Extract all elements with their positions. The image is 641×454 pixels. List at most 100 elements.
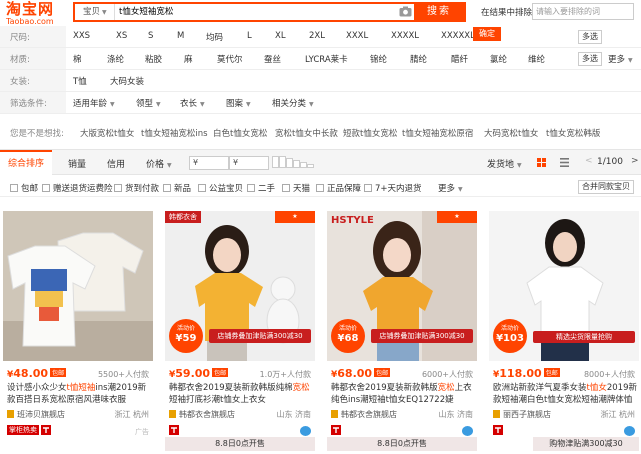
product-title[interactable]: 欧洲站新款洋气夏季女装t恤女2019新款短袖潮白色t恤女宽松短袖潮牌体恤 — [493, 382, 637, 406]
sales-count: 1.0万+人付款 — [259, 370, 311, 379]
tab-credit[interactable]: 信用 — [107, 157, 125, 170]
checkbox-box — [10, 184, 18, 192]
filter-dropdown[interactable]: 领型 ▼ — [136, 97, 161, 109]
filter-option[interactable]: 醋纤 — [451, 53, 468, 65]
related-link[interactable]: t恤女短袖宽松原宿 — [402, 127, 473, 139]
badge-price: ¥103 — [496, 333, 524, 344]
camera-icon[interactable] — [399, 6, 412, 17]
filter-option[interactable]: 氯纶 — [490, 53, 507, 65]
checkbox-7day-return[interactable]: 7+天内退货 — [364, 182, 422, 194]
confirm-button[interactable]: 确定 — [473, 27, 501, 41]
shop-link[interactable]: 丽西子旗舰店 — [493, 409, 551, 420]
checkbox-secondhand[interactable]: 二手 — [247, 182, 275, 194]
badge-caption: 活动价 — [500, 325, 519, 332]
shop-icon — [493, 410, 500, 418]
filter-dropdown[interactable]: 图案 ▼ — [226, 97, 251, 109]
product-image[interactable] — [3, 211, 153, 361]
checkbox-tmall[interactable]: 天猫 — [282, 182, 310, 194]
price-distribution-bars[interactable] — [272, 156, 314, 171]
filter-option[interactable]: XXXL — [346, 31, 368, 41]
checkbox-return-insurance[interactable]: 赠送退货运费险 — [42, 182, 113, 194]
chevron-down-icon: ▼ — [156, 101, 161, 108]
filter-option[interactable]: L — [247, 31, 252, 41]
tab-sales[interactable]: 销量 — [68, 157, 86, 170]
filter-option[interactable]: 涤纶 — [107, 53, 124, 65]
grid-view-icon[interactable] — [537, 158, 546, 167]
product-title[interactable]: 设计感小众少女t恤短袖ins潮2019新款百搭日系宽松原宿风港味衣服 — [7, 382, 151, 406]
checkbox-filter-row: 包邮 赠送退货运费险 货到付款 新品 公益宝贝 二手 天猫 正品保障 7+天内退… — [0, 177, 641, 197]
filter-option[interactable]: 蚕丝 — [264, 53, 281, 65]
filter-option[interactable]: XXXXXL — [441, 31, 475, 41]
related-link[interactable]: 白色t恤女宽松 — [213, 127, 267, 139]
ship-from-dropdown[interactable]: 发货地 ▼ — [487, 157, 522, 170]
shop-link[interactable]: 韩都衣舍旗舰店 — [331, 409, 397, 420]
product-card[interactable]: HSTYLE ★ 活动价 ¥68 店铺券叠加津贴满300减30 8.8日0点开售 … — [327, 211, 477, 451]
list-view-icon[interactable] — [560, 158, 569, 167]
filter-option[interactable]: 2XL — [309, 31, 325, 41]
free-shipping-badge: 包邮 — [374, 368, 391, 377]
filter-option[interactable]: 莫代尔 — [217, 53, 243, 65]
filter-option[interactable]: S — [148, 31, 153, 41]
filter-option[interactable]: LYCRA莱卡 — [305, 53, 348, 65]
filter-option[interactable]: 均码 — [206, 31, 223, 43]
filter-dropdown[interactable]: 相关分类 ▼ — [272, 97, 314, 109]
price-to-input[interactable]: ¥ — [229, 156, 269, 170]
tab-price[interactable]: 价格 ▼ — [146, 157, 172, 170]
product-title[interactable]: 韩都衣舍2019夏装新款韩版纯棉宽松短袖打底衫潮t恤女上衣女 — [169, 382, 313, 406]
checkbox-genuine[interactable]: 正品保障 — [316, 182, 361, 194]
checkbox-label: 二手 — [258, 184, 276, 194]
related-link[interactable]: 宽松t恤女中长款 — [275, 127, 338, 139]
badge-caption: 活动价 — [176, 325, 195, 332]
checkbox-free-shipping[interactable]: 包邮 — [10, 182, 38, 194]
merge-same-items-button[interactable]: 合并同款宝贝 — [578, 180, 634, 194]
related-link[interactable]: 短款t恤女宽松 — [343, 127, 397, 139]
product-card[interactable]: ¥48.00 包邮 5500+人付款 设计感小众少女t恤短袖ins潮2019新款百… — [3, 211, 153, 451]
checkbox-new[interactable]: 新品 — [163, 182, 191, 194]
filter-option[interactable]: 粘胶 — [145, 53, 162, 65]
filter-option[interactable]: XS — [116, 31, 127, 41]
filter-option[interactable]: 腈纶 — [410, 53, 427, 65]
multi-select-button[interactable]: 多选 — [578, 30, 602, 44]
search-input[interactable]: t恤女短袖宽松 — [119, 4, 173, 20]
price-from-input[interactable]: ¥ — [189, 156, 229, 170]
checkbox-cod[interactable]: 货到付款 — [114, 182, 159, 194]
chevron-down-icon: ▼ — [200, 101, 205, 108]
related-link[interactable]: 大版宽松t恤女 — [80, 127, 134, 139]
filter-dropdown[interactable]: 衣长 ▼ — [180, 97, 205, 109]
filter-option[interactable]: 锦纶 — [370, 53, 387, 65]
taobao-logo[interactable]: 淘宝网 Taobao.com — [6, 2, 58, 28]
product-card[interactable]: 活动价 ¥103 精选尖货限量抢购 购物津贴满300减30 ¥118.00 包邮 8… — [489, 211, 639, 451]
exclude-input[interactable]: 请输入要排除的词 — [532, 3, 634, 20]
search-scope-select[interactable]: 宝贝 ▼ — [77, 4, 115, 20]
more-button[interactable]: 更多 ▼ — [608, 53, 633, 65]
product-title[interactable]: 韩都衣舍2019夏装新款韩版宽松上衣纯色ins潮短袖t恤女EQ12722婕 — [331, 382, 475, 406]
filter-option[interactable]: XL — [275, 31, 286, 41]
filter-option[interactable]: XXXXL — [391, 31, 419, 41]
filter-option[interactable]: 维纶 — [528, 53, 545, 65]
shop-link[interactable]: 班沛贝旗舰店 — [7, 409, 65, 420]
filter-option[interactable]: M — [177, 31, 184, 41]
filter-option[interactable]: 大码女装 — [110, 75, 144, 87]
chat-icon[interactable] — [300, 426, 311, 436]
filter-dropdown[interactable]: 适用年龄 ▼ — [73, 97, 115, 109]
filter-option[interactable]: 麻 — [184, 53, 193, 65]
filter-option[interactable]: 棉 — [73, 53, 82, 65]
product-card[interactable]: 韩都衣舍 ★ 活动价 ¥59 店铺券叠加津贴满300减30 8.8日0点开售 ¥5… — [165, 211, 315, 451]
chat-icon[interactable] — [624, 426, 635, 436]
related-link[interactable]: t恤女短袖宽松ins — [141, 127, 208, 139]
prev-page-icon[interactable]: < — [585, 156, 593, 166]
tab-comprehensive-sort[interactable]: 综合排序 — [0, 150, 52, 175]
next-page-icon[interactable]: > — [631, 156, 639, 166]
filter-option[interactable]: XXS — [73, 31, 90, 41]
related-link[interactable]: 大码宽松t恤女 — [484, 127, 538, 139]
shop-link[interactable]: 韩都衣舍旗舰店 — [169, 409, 235, 420]
checkbox-charity[interactable]: 公益宝贝 — [198, 182, 243, 194]
multi-select-button[interactable]: 多选 — [578, 52, 602, 66]
dropdown-label: 相关分类 — [272, 99, 307, 109]
checkbox-more-button[interactable]: 更多 ▼ — [438, 182, 463, 194]
filter-option[interactable]: T恤 — [73, 75, 87, 87]
chat-icon[interactable] — [462, 426, 473, 436]
filter-row-material: 材质: 棉 涤纶 粘胶 麻 莫代尔 蚕丝 LYCRA莱卡 锦纶 腈纶 醋纤 氯纶… — [0, 48, 641, 70]
search-button[interactable]: 搜索 — [414, 4, 464, 20]
related-link[interactable]: t恤女宽松韩版 — [546, 127, 600, 139]
